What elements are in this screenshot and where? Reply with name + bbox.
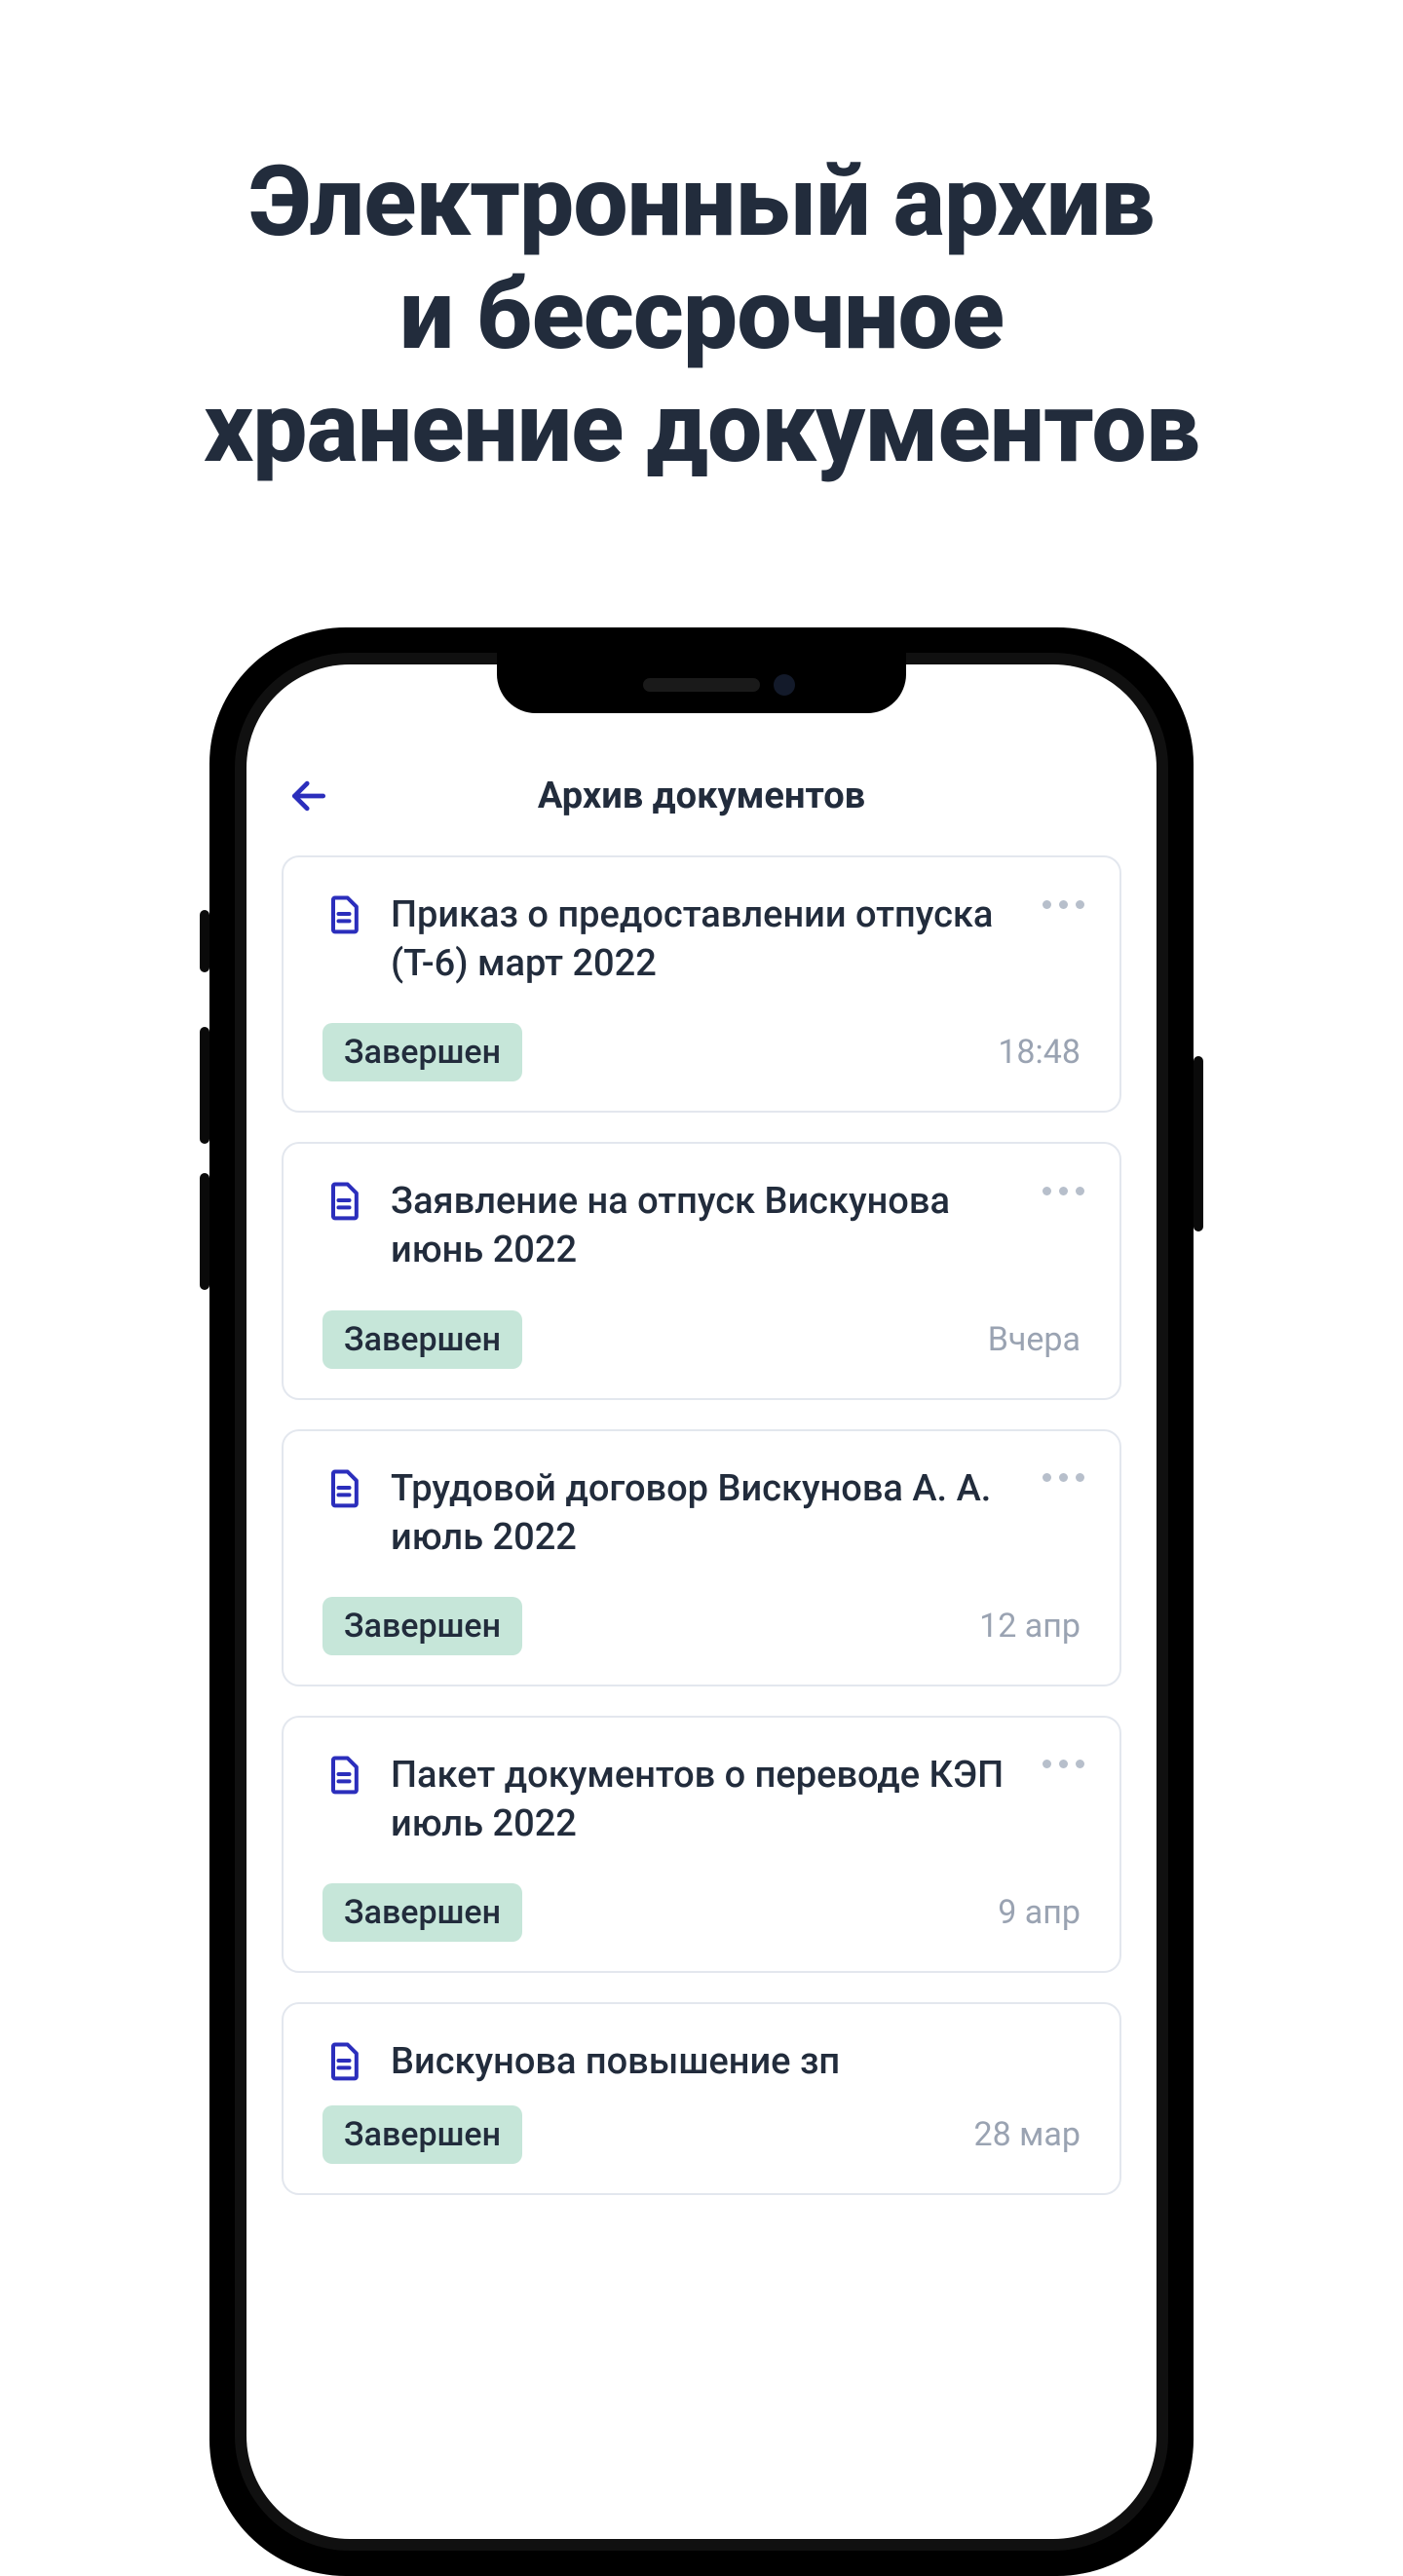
document-title: Приказ о предоставлении отпуска (Т-6) ма… [391, 890, 1081, 988]
document-icon [322, 1179, 365, 1222]
status-badge: Завершен [322, 1883, 522, 1942]
document-card[interactable]: Пакет документов о переводе КЭП июль 202… [282, 1716, 1121, 1973]
status-badge: Завершен [322, 1310, 522, 1369]
document-card[interactable]: Трудовой договор Вискунова А. А. июль 20… [282, 1429, 1121, 1686]
headline-line: и бессрочное [399, 258, 1004, 372]
status-badge: Завершен [322, 1023, 522, 1081]
phone-volume-down [200, 1173, 209, 1290]
dots-icon [1043, 1760, 1051, 1768]
phone-mockup: Архив документов [209, 627, 1194, 2576]
document-icon [322, 1466, 365, 1509]
back-button[interactable] [282, 769, 336, 823]
phone-notch [497, 653, 906, 713]
dots-icon [1059, 1187, 1068, 1195]
dots-icon [1076, 1473, 1084, 1482]
document-title: Пакет документов о переводе КЭП июль 202… [391, 1751, 1081, 1848]
document-card[interactable]: Приказ о предоставлении отпуска (Т-6) ма… [282, 855, 1121, 1113]
phone-screen: Архив документов [246, 664, 1157, 2539]
dots-icon [1043, 1187, 1051, 1195]
arrow-left-icon [287, 775, 330, 817]
document-timestamp: 28 мар [974, 2115, 1081, 2154]
dots-icon [1076, 1187, 1084, 1195]
dots-icon [1059, 1473, 1068, 1482]
dots-icon [1059, 900, 1068, 909]
status-badge: Завершен [322, 2105, 522, 2164]
phone-power-button [1194, 1056, 1203, 1231]
page-title: Архив документов [246, 775, 1157, 817]
document-timestamp: 18:48 [998, 1033, 1081, 1072]
document-timestamp: Вчера [988, 1320, 1081, 1359]
phone-bezel: Архив документов [235, 653, 1168, 2551]
document-icon [322, 2039, 365, 2082]
more-button[interactable] [1036, 1745, 1090, 1784]
document-title: Вискунова повышение зп [391, 2037, 1081, 2086]
status-badge: Завершен [322, 1597, 522, 1655]
app-root: Архив документов [246, 664, 1157, 2539]
dots-icon [1043, 900, 1051, 909]
document-list[interactable]: Приказ о предоставлении отпуска (Т-6) ма… [246, 840, 1157, 2195]
document-card[interactable]: Заявление на отпуск Вискунова июнь 2022 … [282, 1142, 1121, 1399]
dots-icon [1043, 1473, 1051, 1482]
document-card[interactable]: Вискунова повышение зп Завершен 28 мар [282, 2002, 1121, 2195]
document-icon [322, 1753, 365, 1796]
dots-icon [1076, 1760, 1084, 1768]
document-timestamp: 12 апр [979, 1607, 1081, 1646]
more-button[interactable] [1036, 885, 1090, 924]
app-header: Архив документов [246, 752, 1157, 840]
more-button[interactable] [1036, 1171, 1090, 1210]
headline-line: Электронный архив [249, 145, 1155, 259]
dots-icon [1059, 1760, 1068, 1768]
more-button[interactable] [1036, 1458, 1090, 1497]
document-timestamp: 9 апр [998, 1893, 1081, 1932]
marketing-headline: Электронный архив и бессрочное хранение … [0, 146, 1403, 485]
document-title: Трудовой договор Вискунова А. А. июль 20… [391, 1464, 1081, 1562]
dots-icon [1076, 900, 1084, 909]
headline-line: хранение документов [204, 371, 1199, 485]
phone-mute-switch [200, 910, 209, 972]
phone-volume-up [200, 1027, 209, 1144]
document-icon [322, 892, 365, 935]
document-title: Заявление на отпуск Вискунова июнь 2022 [391, 1177, 1081, 1274]
